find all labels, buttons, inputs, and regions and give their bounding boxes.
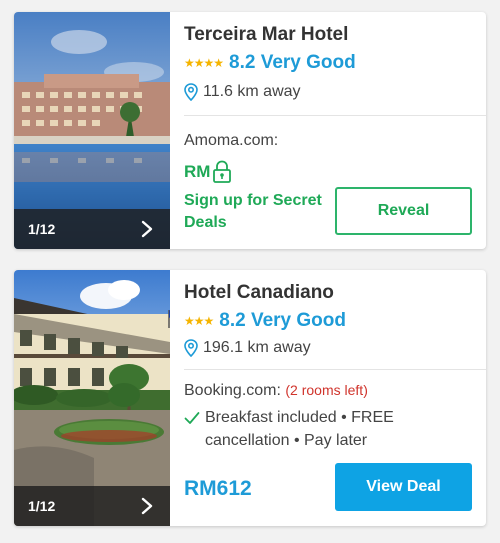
perks-text: Breakfast included • FREE cancellation •…: [205, 409, 394, 449]
perks-row: Breakfast included • FREE cancellation •…: [184, 406, 414, 452]
photo-counter: 1/12: [28, 221, 56, 237]
star-rating-icon: ★★★★: [184, 56, 224, 70]
map-pin-icon: [184, 339, 198, 357]
hotel-photo[interactable]: 1/12: [14, 270, 170, 526]
distance-row: 11.6 km away: [184, 83, 301, 101]
rating-row: ★★★ 8.2 Very Good: [184, 310, 346, 332]
hotel-name[interactable]: Terceira Mar Hotel: [184, 24, 348, 46]
review-score: 8.2 Very Good: [229, 52, 356, 73]
provider-row: Booking.com: (2 rooms left): [184, 382, 368, 400]
divider: [184, 115, 486, 116]
hotel-info: Terceira Mar Hotel ★★★★ 8.2 Very Good 11…: [184, 12, 486, 249]
lock-icon: [213, 160, 232, 183]
distance-row: 196.1 km away: [184, 339, 311, 357]
hotel-info: Hotel Canadiano ★★★ 8.2 Very Good 196.1 …: [184, 270, 486, 526]
reveal-button[interactable]: Reveal: [335, 187, 472, 235]
map-pin-icon: [184, 83, 198, 101]
hotel-photo[interactable]: 1/12: [14, 12, 170, 249]
distance-text: 11.6 km away: [203, 83, 301, 100]
hotel-card[interactable]: 1/12 Hotel Canadiano ★★★ 8.2 Very Good 1…: [14, 270, 486, 526]
view-deal-button[interactable]: View Deal: [335, 463, 472, 511]
hotel-card[interactable]: 1/12 Terceira Mar Hotel ★★★★ 8.2 Very Go…: [14, 12, 486, 249]
secret-deals-link[interactable]: Sign up for Secret Deals: [184, 190, 329, 234]
provider-name: Booking.com:: [184, 382, 281, 399]
rooms-left-badge: (2 rooms left): [285, 382, 368, 398]
price: RM612: [184, 477, 252, 500]
secret-price-row: RM: [184, 160, 232, 184]
photo-nav-bar: 1/12: [14, 486, 170, 526]
check-icon: [184, 412, 200, 424]
photo-nav-bar: 1/12: [14, 209, 170, 249]
currency-label: RM: [184, 162, 211, 181]
review-score: 8.2 Very Good: [219, 310, 347, 331]
distance-text: 196.1 km away: [203, 339, 311, 356]
rating-row: ★★★★ 8.2 Very Good: [184, 52, 356, 74]
provider-name: Amoma.com:: [184, 132, 279, 149]
chevron-right-icon[interactable]: [140, 497, 154, 515]
divider: [184, 369, 486, 370]
star-rating-icon: ★★★: [184, 314, 214, 328]
chevron-right-icon[interactable]: [140, 220, 154, 238]
hotel-name[interactable]: Hotel Canadiano: [184, 282, 334, 304]
photo-counter: 1/12: [28, 498, 56, 514]
